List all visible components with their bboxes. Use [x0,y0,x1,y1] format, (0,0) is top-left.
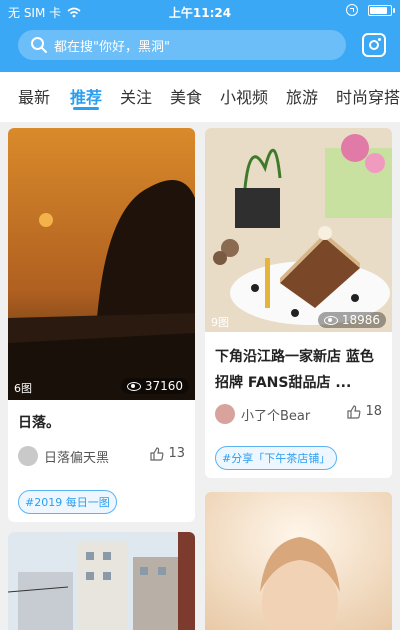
like-count: 13 [168,446,185,461]
tab-latest[interactable]: 最新 [18,84,50,108]
search-icon [31,37,47,53]
like-count: 18 [365,404,382,419]
author-name[interactable]: 小了个Bear [241,405,310,424]
feed: 6图 37160 日落。 日落偏天黑 13 #2019 每日一图 9图 1898… [0,122,400,630]
post-card[interactable] [8,532,195,630]
camera-button[interactable] [362,33,386,57]
battery-icon [368,4,395,16]
tab-food[interactable]: 美食 [170,84,202,108]
status-time: 上午11:24 [168,6,232,20]
active-tab-indicator [73,107,99,110]
tab-recommended[interactable]: 推荐 [70,84,102,108]
view-count-badge: 37160 [120,378,189,394]
post-title[interactable]: 下角沿江路一家新店 蓝色招牌 FANS甜品店 ... [215,344,385,396]
tab-short-video[interactable]: 小视频 [220,84,268,108]
photo-count: 9图 [211,316,229,329]
topic-tag[interactable]: #分享「下午茶店铺」 [215,446,338,470]
post-photo[interactable] [205,128,392,332]
post-photo[interactable] [205,492,392,630]
like-button[interactable]: 13 [150,446,185,461]
author[interactable]: 小了个Bear [215,404,310,424]
battery-level [370,6,388,14]
post-card[interactable]: 9图 18986 下角沿江路一家新店 蓝色招牌 FANS甜品店 ... 小了个B… [205,128,392,478]
thumbs-up-icon [150,446,164,461]
tab-fashion[interactable]: 时尚穿搭 [336,84,400,108]
search-placeholder: 都在搜"你好，黑洞" [54,39,170,55]
camera-icon [369,40,379,50]
view-count: 37160 [144,379,183,393]
tab-travel[interactable]: 旅游 [286,84,318,108]
tab-following[interactable]: 关注 [120,84,152,108]
topic-tag[interactable]: #2019 每日一图 [18,490,117,514]
eye-icon [126,381,141,391]
like-button[interactable]: 18 [347,404,382,419]
rotation-lock-icon [346,4,358,16]
post-card[interactable] [205,492,392,630]
post-card[interactable]: 6图 37160 日落。 日落偏天黑 13 #2019 每日一图 [8,128,195,522]
avatar[interactable] [18,446,38,466]
view-count-badge: 18986 [317,312,386,328]
header: 无 SIM 卡 上午11:24 都在搜"你好，黑洞" [0,0,400,72]
view-count: 18986 [341,313,380,327]
camera-dot [378,38,381,41]
author-name[interactable]: 日落偏天黑 [44,447,109,466]
category-tabs: 最新 推荐 关注 美食 小视频 旅游 时尚穿搭 [0,72,400,122]
search-input[interactable]: 都在搜"你好，黑洞" [18,30,346,60]
post-title[interactable]: 日落。 [18,410,60,436]
eye-icon [323,315,338,325]
status-right [346,4,395,16]
status-bar: 无 SIM 卡 上午11:24 [0,0,400,24]
post-photo[interactable] [8,532,195,630]
thumbs-up-icon [347,404,361,419]
author[interactable]: 日落偏天黑 [18,446,109,466]
avatar[interactable] [215,404,235,424]
post-photo[interactable] [8,128,195,400]
photo-count: 6图 [14,382,32,395]
